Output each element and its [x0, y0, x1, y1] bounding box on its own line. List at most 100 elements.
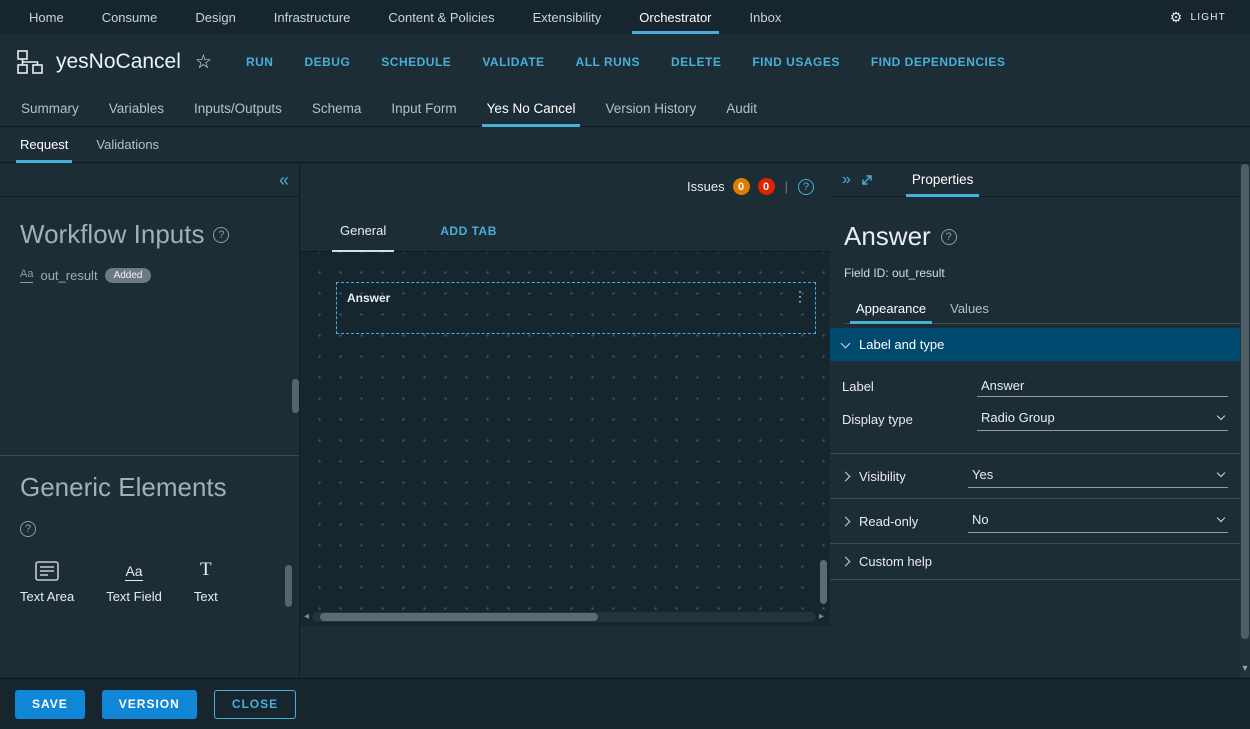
nav-item-design[interactable]: Design [176, 0, 254, 34]
help-icon[interactable]: ? [20, 521, 36, 537]
form-canvas-panel: Issues 0 0 | ? General ADD TAB Answer ⋮ … [300, 163, 830, 678]
chevron-down-icon [841, 338, 851, 348]
left-panel: « Workflow Inputs ? Aa out_result Added … [0, 163, 300, 678]
kebab-menu-icon[interactable]: ⋮ [793, 289, 807, 303]
tab-schema[interactable]: Schema [297, 90, 377, 126]
display-type-select[interactable]: Radio Group [977, 407, 1228, 431]
content-area: « Workflow Inputs ? Aa out_result Added … [0, 163, 1250, 678]
select-value: Yes [972, 467, 993, 482]
tile-text-area[interactable]: Text Area [20, 555, 74, 604]
scroll-left-icon[interactable]: ◂ [304, 612, 309, 622]
tab-audit[interactable]: Audit [711, 90, 772, 126]
panel-controls: » [842, 172, 874, 188]
t-glyph: T [200, 559, 212, 581]
tile-text-field[interactable]: Aa Text Field [106, 555, 162, 604]
scrollbar-track[interactable] [312, 612, 816, 622]
subtab-validations[interactable]: Validations [82, 127, 173, 162]
label-input[interactable] [977, 375, 1228, 397]
scroll-down-icon[interactable]: ▾ [1240, 663, 1250, 674]
nav-item-infrastructure[interactable]: Infrastructure [255, 0, 370, 34]
tab-properties[interactable]: Properties [902, 163, 984, 196]
favorite-star-icon[interactable]: ☆ [195, 51, 212, 74]
nav-item-label: Home [29, 10, 64, 25]
form-tab-general[interactable]: General [326, 210, 400, 251]
expand-panel-icon[interactable]: » [842, 172, 851, 188]
tab-label: Summary [21, 101, 79, 116]
section-visibility[interactable]: Visibility Yes [830, 453, 1240, 498]
vertical-scrollbar[interactable]: ▾ [1240, 163, 1250, 678]
tab-inputs-outputs[interactable]: Inputs/Outputs [179, 90, 297, 126]
tab-label: Schema [312, 101, 362, 116]
find-usages-button[interactable]: FIND USAGES [752, 55, 840, 69]
nav-item-orchestrator[interactable]: Orchestrator [620, 0, 730, 34]
validate-button[interactable]: VALIDATE [482, 55, 544, 69]
add-tab-button[interactable]: ADD TAB [426, 210, 511, 251]
left-panel-header: « [0, 163, 299, 197]
workflow-input-name: out_result [40, 268, 97, 283]
tile-text[interactable]: T Text [194, 555, 218, 604]
scrollbar-thumb[interactable] [320, 613, 598, 621]
nav-item-inbox[interactable]: Inbox [731, 0, 801, 34]
close-button[interactable]: CLOSE [214, 690, 296, 719]
display-type-row: Display type Radio Group [842, 407, 1228, 431]
form-field-answer[interactable]: Answer ⋮ [336, 282, 816, 334]
section-read-only[interactable]: Read-only No [830, 498, 1240, 543]
nav-item-consume[interactable]: Consume [83, 0, 177, 34]
section-custom-help[interactable]: Custom help [830, 543, 1240, 580]
delete-button[interactable]: DELETE [671, 55, 721, 69]
canvas-bottom-spacer [300, 626, 830, 678]
tab-values[interactable]: Values [938, 294, 1001, 323]
help-icon[interactable]: ? [798, 179, 814, 195]
workflow-input-item[interactable]: Aa out_result Added [20, 268, 279, 283]
nav-item-home[interactable]: Home [10, 0, 83, 34]
nav-item-content-policies[interactable]: Content & Policies [369, 0, 513, 34]
workflow-inputs-title-text: Workflow Inputs [20, 219, 204, 250]
scroll-right-icon[interactable]: ▸ [819, 612, 824, 622]
read-only-select[interactable]: No [968, 509, 1228, 533]
debug-button[interactable]: DEBUG [304, 55, 350, 69]
text-icon: T [200, 555, 212, 581]
help-icon[interactable]: ? [213, 227, 229, 243]
scrollbar-thumb[interactable] [292, 379, 299, 413]
nav-item-label: Orchestrator [639, 10, 711, 25]
gear-icon: ⚙ [1170, 10, 1184, 24]
caret-right-icon [841, 557, 851, 567]
version-button[interactable]: VERSION [102, 690, 197, 719]
label-row: Label [842, 375, 1228, 397]
subtab-label: Validations [96, 137, 159, 152]
field-id-text: Field ID: out_result [844, 266, 1240, 280]
save-button[interactable]: SAVE [15, 690, 85, 719]
scrollbar-thumb[interactable] [285, 565, 292, 607]
nav-item-label: Inbox [750, 10, 782, 25]
text-area-icon [35, 555, 59, 581]
tab-summary[interactable]: Summary [6, 90, 94, 126]
section-label-and-type[interactable]: Label and type [830, 328, 1240, 361]
warnings-badge[interactable]: 0 [733, 178, 750, 195]
collapse-panel-icon[interactable]: « [279, 171, 289, 189]
schedule-button[interactable]: SCHEDULE [381, 55, 451, 69]
theme-toggle[interactable]: ⚙ LIGHT [1170, 0, 1240, 34]
subtab-request[interactable]: Request [6, 127, 82, 162]
scrollbar-thumb[interactable] [820, 560, 827, 604]
find-dependencies-button[interactable]: FIND DEPENDENCIES [871, 55, 1006, 69]
help-icon[interactable]: ? [941, 229, 957, 245]
select-value: No [972, 512, 989, 527]
tab-input-form[interactable]: Input Form [376, 90, 471, 126]
tab-appearance[interactable]: Appearance [844, 294, 938, 323]
form-design-canvas[interactable]: Answer ⋮ ◂ ▸ [300, 252, 830, 626]
tab-yes-no-cancel[interactable]: Yes No Cancel [472, 90, 591, 126]
visibility-select[interactable]: Yes [968, 464, 1228, 488]
issues-label: Issues [687, 179, 725, 194]
scrollbar-thumb[interactable] [1241, 164, 1249, 639]
caret-right-icon [841, 516, 851, 526]
all-runs-button[interactable]: ALL RUNS [576, 55, 640, 69]
errors-badge[interactable]: 0 [758, 178, 775, 195]
resize-icon[interactable] [860, 173, 874, 187]
nav-item-extensibility[interactable]: Extensibility [514, 0, 621, 34]
tab-variables[interactable]: Variables [94, 90, 179, 126]
string-type-icon: Aa [20, 268, 33, 282]
workflow-inputs-section: Workflow Inputs ? Aa out_result Added [0, 197, 299, 455]
tab-version-history[interactable]: Version History [590, 90, 711, 126]
sub-tabs: Request Validations [0, 127, 1250, 163]
run-button[interactable]: RUN [246, 55, 274, 69]
